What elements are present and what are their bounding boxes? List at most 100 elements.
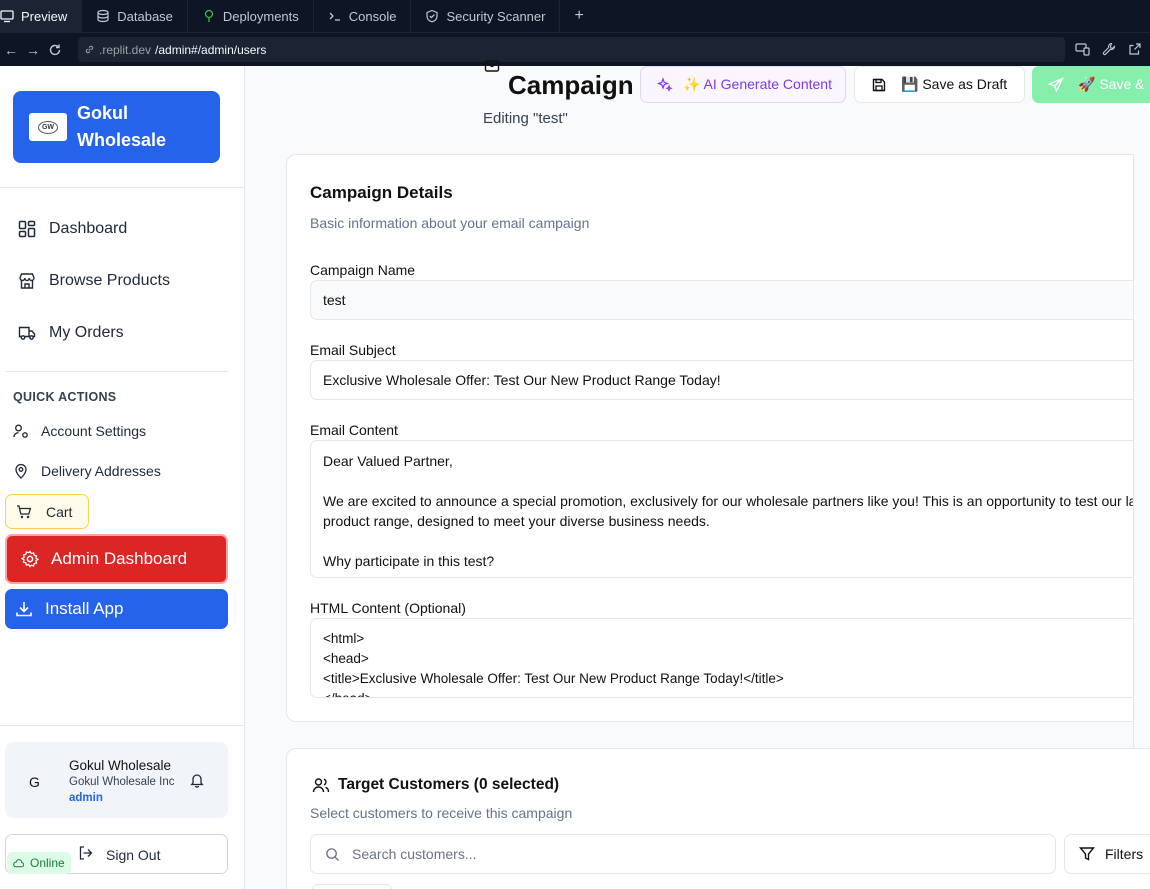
mail-icon [484, 58, 500, 74]
save-and-send-button[interactable]: 🚀 Save & [1032, 66, 1150, 103]
users-icon [312, 776, 330, 794]
user-role: admin [69, 792, 103, 804]
devices-icon[interactable] [1075, 42, 1090, 56]
html-line: <head> [323, 651, 369, 666]
sidebar-item-label: Browse Products [49, 272, 170, 289]
sidebar-item-label: My Orders [49, 324, 124, 341]
brand-logo-block[interactable]: GW Gokul Wholesale [13, 91, 220, 163]
filters-button[interactable]: Filters [1064, 834, 1150, 874]
cart-label: Cart [46, 503, 73, 520]
brand-logo-icon: GW [29, 113, 67, 141]
gear-icon [21, 550, 39, 568]
tab-preview[interactable]: Preview [0, 0, 83, 32]
back-arrow-icon[interactable]: ← [0, 42, 22, 58]
customer-search-input[interactable]: Search customers... [310, 834, 1056, 874]
url-path: /admin#/admin/users [155, 42, 267, 57]
search-icon [325, 847, 340, 862]
brand-name: Gokul Wholesale [77, 103, 167, 150]
truck-icon [18, 324, 36, 342]
install-label: Install App [45, 599, 124, 618]
map-pin-icon [13, 463, 29, 479]
ai-button-label: ✨ AI Generate Content [683, 76, 832, 92]
tab-database[interactable]: Database [82, 0, 188, 32]
tab-label: Security Scanner [446, 8, 546, 24]
campaign-name-input[interactable]: test [310, 280, 1150, 320]
sidebar-item-my-orders[interactable]: My Orders [18, 324, 124, 342]
cart-icon [16, 504, 32, 520]
partial-button[interactable] [312, 884, 392, 889]
email-content-label: Email Content [310, 422, 398, 438]
save-icon [871, 77, 887, 93]
monitor-icon [0, 9, 14, 23]
reload-icon[interactable] [44, 43, 66, 57]
user-settings-icon [13, 423, 29, 439]
draft-button-label: 💾 Save as Draft [901, 76, 1008, 92]
link-icon [84, 44, 95, 55]
email-subject-input[interactable]: Exclusive Wholesale Offer: Test Our New … [310, 360, 1150, 400]
content-line: Why participate in this test? [323, 553, 495, 569]
admin-label: Admin Dashboard [51, 549, 188, 568]
online-label: Online [30, 856, 65, 870]
store-icon [18, 272, 36, 290]
url-host: .replit.dev [99, 42, 152, 57]
email-content-textarea[interactable]: Dear Valued Partner, We are excited to a… [310, 440, 1150, 578]
grid-icon [18, 220, 36, 238]
browser-tab-bar: Preview Database Deployments Console Sec… [0, 0, 1150, 32]
terminal-icon [328, 9, 342, 23]
tab-console[interactable]: Console [314, 0, 412, 32]
html-line: </head> [323, 689, 1137, 697]
url-field[interactable]: .replit.dev/admin#/admin/users [78, 37, 1065, 62]
quick-actions-heading: QUICK ACTIONS [13, 390, 117, 404]
new-tab-button[interactable]: + [560, 0, 597, 32]
wrench-icon[interactable] [1102, 42, 1116, 56]
send-icon [1048, 76, 1064, 93]
sparkles-icon [657, 76, 673, 93]
target-customers-title-text: Target Customers (0 selected) [338, 776, 560, 793]
right-panel-edge [1133, 154, 1150, 774]
user-name: Gokul Wholesale [69, 758, 172, 773]
deploy-icon [202, 9, 216, 23]
filters-label: Filters [1105, 846, 1144, 862]
send-button-label: 🚀 Save & [1078, 76, 1145, 92]
sidebar-item-browse-products[interactable]: Browse Products [18, 272, 170, 290]
qa-label: Account Settings [41, 423, 147, 439]
online-status-badge: Online [7, 852, 71, 874]
install-app-button[interactable]: Install App [5, 589, 228, 629]
tab-deployments[interactable]: Deployments [188, 0, 314, 32]
sidebar: GW Gokul Wholesale Dashboard Browse Prod… [0, 66, 245, 889]
cart-button[interactable]: Cart [5, 494, 89, 529]
campaign-details-description: Basic information about your email campa… [310, 215, 590, 231]
sign-out-label: Sign Out [106, 847, 161, 863]
database-icon [96, 9, 110, 23]
download-icon [15, 600, 33, 618]
ai-generate-button[interactable]: ✨ AI Generate Content [640, 66, 846, 103]
target-customers-description: Select customers to receive this campaig… [310, 805, 573, 821]
html-line: <html> [323, 631, 365, 646]
forward-arrow-icon[interactable]: → [22, 42, 44, 58]
sidebar-item-delivery-addresses[interactable]: Delivery Addresses [13, 463, 161, 479]
campaign-details-title: Campaign Details [310, 183, 453, 202]
sidebar-item-account-settings[interactable]: Account Settings [13, 423, 146, 439]
sidebar-item-label: Dashboard [49, 220, 128, 237]
user-card[interactable]: G Gokul Wholesale Gokul Wholesale Inc ad… [5, 742, 228, 818]
avatar: G [29, 774, 40, 790]
divider [0, 187, 245, 188]
user-company: Gokul Wholesale Inc [69, 776, 175, 788]
external-link-icon[interactable] [1128, 42, 1142, 56]
html-content-textarea[interactable]: <html> <head> <title>Exclusive Wholesale… [310, 618, 1150, 698]
save-draft-button[interactable]: 💾 Save as Draft [854, 66, 1025, 103]
tab-security-scanner[interactable]: Security Scanner [411, 0, 561, 32]
email-subject-value: Exclusive Wholesale Offer: Test Our New … [323, 372, 721, 388]
tab-label: Deployments [222, 8, 299, 24]
admin-dashboard-button[interactable]: Admin Dashboard [5, 534, 228, 584]
page-title: Campaign [508, 70, 634, 100]
content-line [323, 531, 1137, 551]
content-line: product range, designed to meet your div… [323, 513, 710, 529]
bell-icon[interactable] [189, 772, 205, 788]
html-content-label: HTML Content (Optional) [310, 600, 466, 616]
divider [0, 725, 245, 726]
sidebar-item-dashboard[interactable]: Dashboard [18, 220, 127, 238]
content-line: We are excited to announce a special pro… [323, 493, 1137, 509]
search-placeholder: Search customers... [352, 846, 477, 862]
page-subtitle: Editing "test" [483, 110, 568, 127]
